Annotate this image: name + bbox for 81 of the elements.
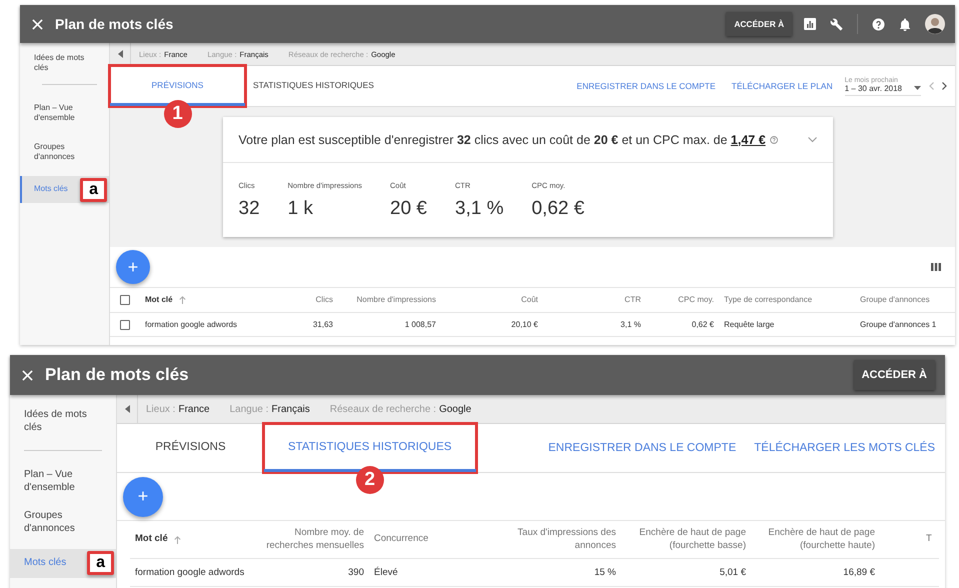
expand-icon[interactable] bbox=[808, 136, 816, 142]
help-icon[interactable] bbox=[770, 136, 778, 144]
table-cell: 1 008,57 bbox=[338, 313, 441, 337]
sidebar-item[interactable]: Mots clés a bbox=[10, 549, 116, 578]
column-header[interactable]: Concurrence bbox=[369, 521, 494, 559]
table-cell: 390 bbox=[250, 559, 369, 587]
callout-badge: a bbox=[80, 178, 107, 202]
table-cell: 5,01 € bbox=[621, 559, 751, 587]
table-cell: 15 % bbox=[494, 559, 621, 587]
checkbox[interactable] bbox=[120, 295, 130, 305]
close-icon[interactable] bbox=[32, 18, 43, 30]
caret-icon[interactable] bbox=[914, 86, 921, 90]
sidebar-item[interactable]: Groupes d'annonces bbox=[10, 510, 116, 535]
table-cell: Élevé bbox=[369, 559, 494, 587]
table-cell: Groupe d'annonces 1 bbox=[855, 313, 955, 337]
sidebar-item[interactable]: Groupes d'annonces bbox=[20, 142, 109, 162]
wrench-icon[interactable] bbox=[830, 18, 843, 30]
table-cell: formation google adwords bbox=[130, 559, 250, 587]
metric-value: 20 € bbox=[390, 198, 427, 220]
column-header[interactable]: Mot clé bbox=[140, 288, 290, 313]
column-header[interactable]: Groupe d'annonces bbox=[855, 288, 955, 313]
action-link[interactable]: TÉLÉCHARGER LES MOTS CLÉS bbox=[754, 442, 935, 454]
sidebar-item[interactable]: Idées de mots clés bbox=[10, 409, 116, 434]
tab[interactable]: STATISTIQUES HISTORIQUES bbox=[245, 66, 382, 106]
action-link[interactable]: ENREGISTRER DANS LE COMPTE bbox=[548, 442, 736, 454]
table-cell: 0,62 € bbox=[646, 313, 719, 337]
column-header[interactable]: Coût bbox=[441, 288, 543, 313]
callout-badge: 2 bbox=[356, 466, 384, 494]
column-header[interactable]: Taux d'impressions des annonces bbox=[494, 521, 621, 559]
add-button[interactable]: + bbox=[123, 476, 163, 516]
column-header[interactable]: Nombre moy. de recherches mensuelles bbox=[250, 521, 369, 559]
filter-label: Lieux : bbox=[146, 404, 176, 414]
checkbox[interactable] bbox=[120, 320, 130, 330]
table-cell: 31,63 bbox=[290, 313, 338, 337]
avatar[interactable] bbox=[925, 14, 945, 34]
sidebar-item[interactable]: Plan – Vue d'ensemble bbox=[10, 469, 116, 494]
metric-value: 1 k bbox=[288, 198, 314, 220]
sidebar-item[interactable]: Mots clés a bbox=[20, 176, 109, 203]
column-header[interactable]: CPC moy. bbox=[646, 288, 719, 313]
bar-chart-icon[interactable] bbox=[804, 18, 816, 30]
goto-button[interactable]: ACCÉDER À bbox=[726, 12, 792, 36]
filter-value[interactable]: Google bbox=[439, 404, 472, 414]
filter-value[interactable]: Français bbox=[272, 404, 310, 414]
column-header[interactable]: Clics bbox=[290, 288, 338, 313]
table-cell: Requête large bbox=[719, 313, 855, 337]
filter-value[interactable]: France bbox=[178, 404, 210, 414]
table-cell: 3,1 % bbox=[543, 313, 646, 337]
column-header[interactable]: Enchère de haut de page (fourchette haute) bbox=[751, 521, 880, 559]
page-title: Plan de mots clés bbox=[45, 365, 190, 385]
filter-label: Langue : bbox=[230, 404, 269, 414]
column-header[interactable]: CTR bbox=[543, 288, 646, 313]
column-header[interactable]: Type de correspondance bbox=[719, 288, 855, 313]
metric-value: 32 bbox=[238, 198, 260, 220]
table-cell: 20,10 € bbox=[441, 313, 543, 337]
chevron-right-icon[interactable] bbox=[942, 82, 947, 90]
metric-value: 3,1 % bbox=[455, 198, 504, 220]
callout-badge: a bbox=[87, 551, 114, 576]
metric-value: 0,62 € bbox=[532, 198, 584, 220]
table-cell: 16,89 € bbox=[751, 559, 880, 587]
tab[interactable]: PRÉVISIONS bbox=[117, 424, 264, 472]
sidebar-item[interactable]: Plan – Vue d'ensemble bbox=[20, 102, 109, 124]
bell-icon[interactable] bbox=[899, 18, 911, 30]
action-link[interactable]: ENREGISTRER DANS LE COMPTE bbox=[576, 81, 716, 91]
help-icon[interactable] bbox=[872, 18, 885, 30]
page-title: Plan de mots clés bbox=[55, 16, 174, 32]
filter-label: Réseaux de recherche : bbox=[330, 404, 436, 414]
collapse-icon[interactable] bbox=[118, 50, 122, 58]
column-header[interactable]: T bbox=[880, 521, 939, 559]
action-link[interactable]: TÉLÉCHARGER LE PLAN bbox=[732, 81, 833, 91]
max-cpc-link[interactable]: 1,47 € bbox=[730, 132, 766, 146]
close-icon[interactable] bbox=[22, 370, 33, 380]
columns-icon[interactable] bbox=[931, 263, 941, 271]
column-header[interactable]: Mot clé bbox=[130, 521, 250, 559]
collapse-icon[interactable] bbox=[124, 405, 130, 413]
column-header[interactable]: Enchère de haut de page (fourchette basse) bbox=[621, 521, 751, 559]
goto-button[interactable]: ACCÉDER À bbox=[854, 360, 935, 390]
summary-text: Votre plan est susceptible d'enregistrer 32 clics avec un coût de 20 € et un CPC max. de 1,47 € bbox=[238, 132, 766, 146]
column-header[interactable]: Nombre d'impressions bbox=[338, 288, 441, 313]
sidebar-item[interactable]: Idées de mots clés bbox=[20, 53, 109, 74]
table-cell: formation google adwords bbox=[140, 313, 290, 337]
add-button[interactable]: + bbox=[116, 250, 150, 284]
